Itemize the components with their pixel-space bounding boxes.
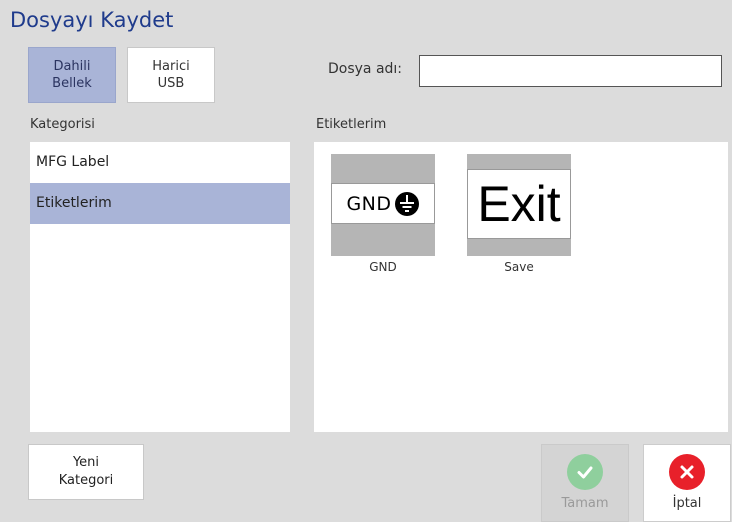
label-thumbnail: GND bbox=[331, 154, 435, 256]
label-caption: GND bbox=[369, 260, 397, 274]
label-tile-gnd[interactable]: GND GND bbox=[331, 154, 435, 274]
category-header: Kategorisi bbox=[30, 117, 95, 132]
category-item-mfg-label[interactable]: MFG Label bbox=[30, 142, 290, 183]
ok-button[interactable]: Tamam bbox=[541, 444, 629, 522]
labels-header: Etiketlerim bbox=[316, 117, 387, 132]
internal-memory-button[interactable]: Dahili Bellek bbox=[28, 47, 116, 103]
checkmark-icon bbox=[567, 454, 603, 490]
filename-label: Dosya adı: bbox=[328, 61, 403, 77]
dialog-title: Dosyayı Kaydet bbox=[10, 8, 174, 32]
ground-symbol-icon bbox=[394, 191, 419, 216]
category-item-etiketlerim[interactable]: Etiketlerim bbox=[30, 183, 290, 224]
label-thumbnail: Exit bbox=[467, 154, 571, 256]
label-caption: Save bbox=[504, 260, 534, 274]
cancel-label: İptal bbox=[672, 496, 702, 511]
filename-input[interactable] bbox=[419, 55, 722, 87]
label-gallery: GND GND Exit Save bbox=[314, 142, 728, 432]
external-usb-button[interactable]: Harici USB bbox=[127, 47, 215, 103]
new-category-button[interactable]: Yeni Kategori bbox=[28, 444, 144, 500]
label-tile-save[interactable]: Exit Save bbox=[467, 154, 571, 274]
category-list: MFG Label Etiketlerim bbox=[30, 142, 290, 432]
ok-label: Tamam bbox=[561, 496, 609, 511]
close-icon bbox=[669, 454, 705, 490]
label-preview-text: Exit bbox=[477, 176, 561, 232]
label-preview-text: GND bbox=[346, 192, 392, 215]
cancel-button[interactable]: İptal bbox=[643, 444, 731, 522]
